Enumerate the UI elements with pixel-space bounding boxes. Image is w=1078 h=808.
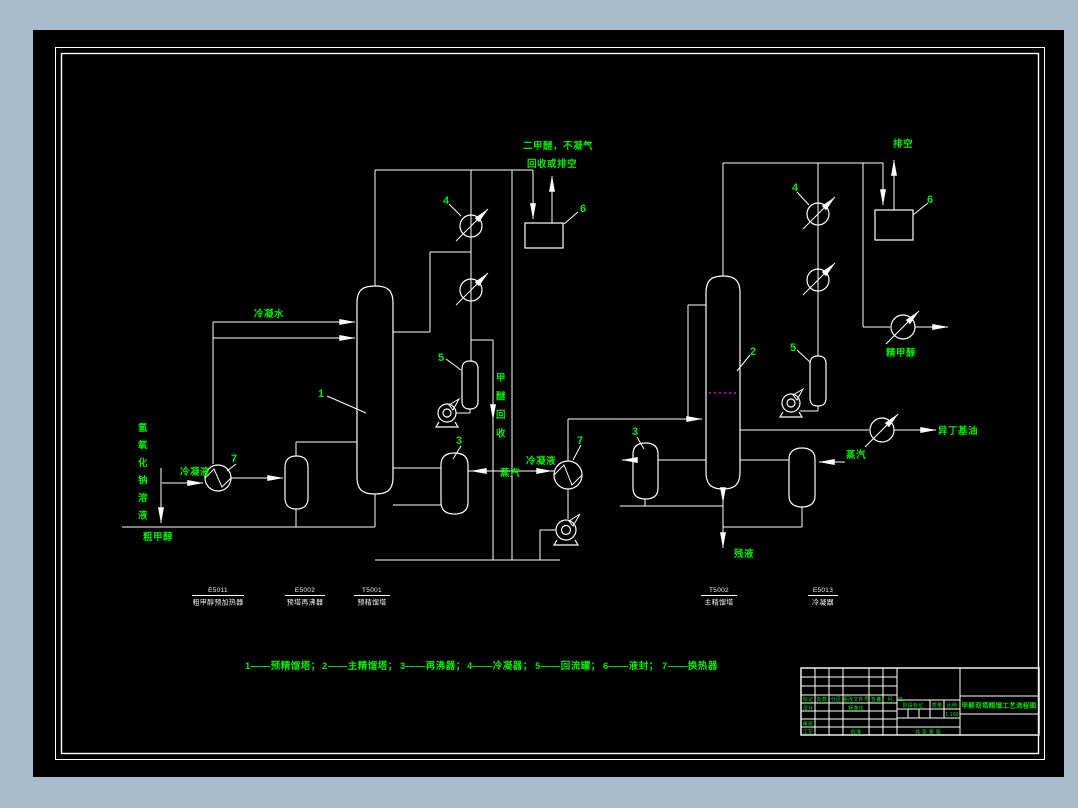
equip-num-7-right: 7 — [577, 435, 583, 447]
stream-label-steam-mid: 蒸汽 — [500, 467, 520, 479]
equip-num-5-left: 5 — [438, 352, 444, 364]
stream-label-cooling-water: 冷凝水 — [254, 308, 284, 320]
svg-text:T5002: T5002 — [709, 587, 729, 594]
equip-num-3-left: 3 — [456, 435, 462, 447]
svg-text:预塔再沸器: 预塔再沸器 — [287, 598, 324, 607]
svg-text:预精馏塔: 预精馏塔 — [357, 598, 386, 607]
tb-header-date: 年、月、日 — [877, 696, 903, 703]
stream-label-residue: 残液 — [734, 548, 754, 560]
stream-label-condensate-mid: 冷凝液 — [526, 455, 556, 467]
tb-audit: 审核 — [803, 721, 813, 728]
svg-text:E5013: E5013 — [813, 587, 833, 594]
stream-label-refined-methanol: 精甲醇 — [886, 347, 916, 359]
equip-num-3-right: 3 — [632, 426, 638, 438]
equip-num-7-left: 7 — [231, 453, 237, 465]
tb-standard: 标准化 — [848, 705, 864, 712]
svg-text:E5011: E5011 — [208, 587, 228, 594]
stream-label-steam-right: 蒸汽 — [846, 449, 866, 461]
legend-item-2: 2——主精馏塔； — [322, 660, 398, 672]
cad-drawing: 二甲醚，不凝气 回收或排空 排空 冷凝水 冷凝液 冷凝液 蒸汽 蒸汽 氢氧化钠溶… — [0, 0, 1078, 808]
legend-item-5: 5——回流罐； — [535, 660, 601, 672]
tb-process: 工艺 — [803, 730, 813, 736]
equip-num-1: 1 — [318, 388, 324, 400]
stream-label-dme-line2: 回收或排空 — [527, 158, 577, 170]
legend-item-4: 4——冷凝器； — [467, 660, 533, 672]
stream-label-vent: 排空 — [893, 138, 913, 150]
legend-item-7: 7——换热器 — [662, 660, 718, 672]
stream-label-condensate-left: 冷凝液 — [180, 466, 210, 478]
tb-mass: 质量 — [932, 702, 942, 709]
svg-text:冷凝器: 冷凝器 — [812, 598, 834, 607]
tb-scale-label: 比例 — [947, 702, 957, 709]
equip-num-2: 2 — [750, 346, 756, 358]
tb-header-docno: 更改文件号 — [843, 696, 869, 703]
svg-text:主精馏塔: 主精馏塔 — [704, 598, 733, 607]
stream-label-crude-methanol: 粗甲醇 — [143, 531, 173, 543]
tb-approve: 批准 — [851, 729, 861, 736]
tb-sheet: 共 张 第 张 — [915, 729, 941, 736]
tb-header-zone: 分区 — [831, 696, 841, 703]
equip-num-6-right: 6 — [927, 194, 933, 206]
tb-design: 设计 — [803, 705, 813, 712]
tb-header-mark: 标记 — [803, 696, 813, 703]
equip-num-6-left: 6 — [580, 203, 586, 215]
legend-item-6: 6——液封； — [603, 660, 659, 672]
tb-scale-value: 1:100 — [945, 712, 959, 718]
equip-num-4-right: 4 — [792, 182, 799, 194]
stream-label-dme-line1: 二甲醚，不凝气 — [523, 140, 593, 152]
legend-item-3: 3——再沸器； — [400, 660, 466, 672]
legend-item-1: 1——预精馏塔； — [245, 660, 321, 672]
tb-header-count: 处数 — [817, 696, 827, 703]
legend: 1——预精馏塔； 2——主精馏塔； 3——再沸器； 4——冷凝器； 5——回流罐… — [245, 660, 718, 672]
equip-num-5-right: 5 — [790, 342, 796, 354]
svg-text:T5001: T5001 — [362, 587, 382, 594]
tb-stage: 阶段标记 — [903, 702, 924, 709]
stream-label-isobutyl-oil: 异丁基油 — [938, 425, 978, 437]
svg-text:E5002: E5002 — [295, 587, 315, 594]
drawing-title: 甲醇双塔精馏工艺流程图 — [962, 701, 1037, 710]
svg-text:粗甲醇预加热器: 粗甲醇预加热器 — [192, 598, 243, 607]
equip-num-4-left: 4 — [443, 195, 450, 207]
